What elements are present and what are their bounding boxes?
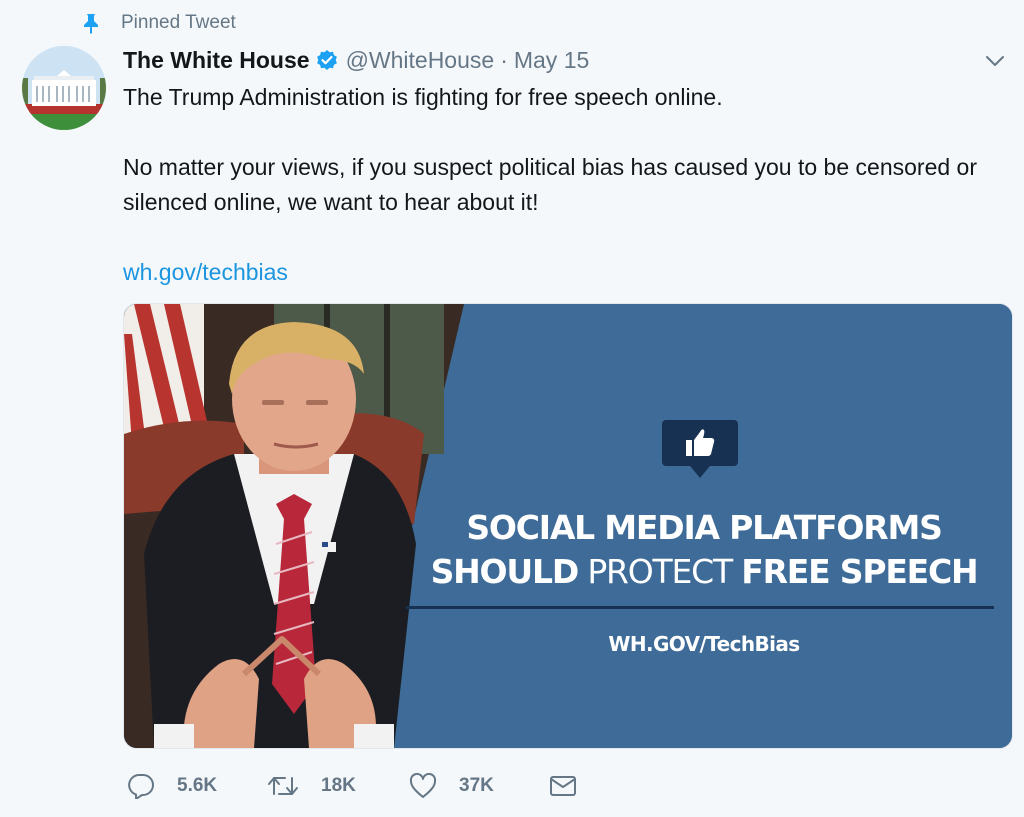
tweet-actions: 5.6K 18K 37K xyxy=(127,770,599,802)
tweet-media-image[interactable]: SOCIAL MEDIA PLATFORMS SHOULD PROTECT FR… xyxy=(123,303,1013,749)
author-display-name[interactable]: The White House xyxy=(123,47,310,74)
headline-should: SHOULD xyxy=(430,552,580,591)
headline-divider xyxy=(406,606,994,609)
headline-free-speech: FREE SPEECH xyxy=(741,552,978,591)
media-headline: SOCIAL MEDIA PLATFORMS SHOULD PROTECT FR… xyxy=(398,506,1010,594)
heart-icon xyxy=(409,773,437,798)
tweet-header: The White House @WhiteHouse · May 15 xyxy=(123,45,589,75)
direct-message-button[interactable] xyxy=(549,774,599,798)
chevron-down-icon[interactable] xyxy=(982,50,1008,72)
media-headline-line1: SOCIAL MEDIA PLATFORMS xyxy=(466,508,943,547)
media-headline-line2: SHOULD PROTECT FREE SPEECH xyxy=(398,550,1010,594)
tweet-link[interactable]: wh.gov/techbias xyxy=(123,259,288,285)
tweet-text-line2: No matter your views, if you suspect pol… xyxy=(123,154,977,215)
retweet-count: 18K xyxy=(321,775,356,796)
tweet-text-line1: The Trump Administration is fighting for… xyxy=(123,84,723,110)
author-handle[interactable]: @WhiteHouse xyxy=(346,47,495,74)
envelope-icon xyxy=(550,776,576,796)
pinned-text: Pinned Tweet xyxy=(121,12,236,33)
retweet-icon xyxy=(268,777,298,795)
verified-badge-icon xyxy=(316,49,338,71)
pin-icon xyxy=(80,12,102,34)
thumbs-up-icon xyxy=(662,420,738,478)
avatar[interactable] xyxy=(22,46,106,130)
media-site-url: WH.GOV/TechBias xyxy=(608,632,800,656)
retweet-button[interactable]: 18K xyxy=(267,774,409,798)
reply-icon xyxy=(128,774,154,799)
header-separator: · xyxy=(500,46,508,73)
reply-count: 5.6K xyxy=(177,775,218,796)
headline-protect: PROTECT xyxy=(578,552,742,591)
like-count: 37K xyxy=(459,775,494,796)
reply-button[interactable]: 5.6K xyxy=(127,773,267,799)
tweet-date[interactable]: May 15 xyxy=(514,47,589,74)
tweet-text: The Trump Administration is fighting for… xyxy=(123,80,1003,290)
pinned-tweet-label: Pinned Tweet xyxy=(80,10,236,36)
like-button[interactable]: 37K xyxy=(409,773,549,799)
